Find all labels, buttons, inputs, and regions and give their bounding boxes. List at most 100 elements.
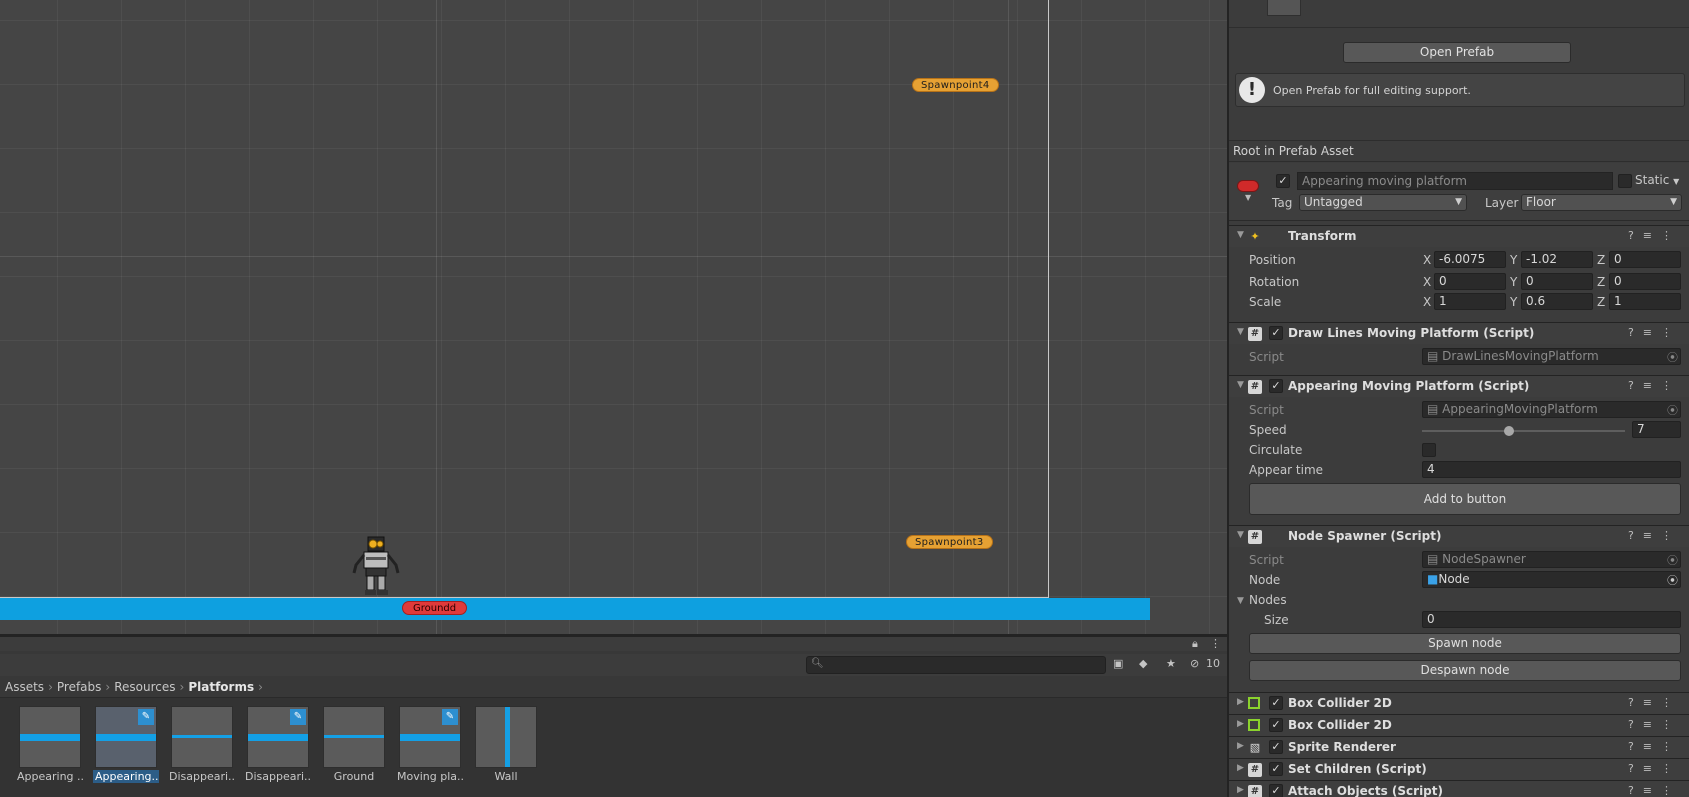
filter-by-type-icon[interactable]: ▣ xyxy=(1113,657,1123,670)
breadcrumb-prefabs[interactable]: Prefabs xyxy=(57,680,102,694)
help-icon[interactable]: ? xyxy=(1628,718,1643,731)
component-header[interactable]: ▶ ✓ Box Collider 2D ?≡⋮ xyxy=(1229,692,1689,714)
component-header[interactable]: ▶ # ✓ Set Children (Script) ?≡⋮ xyxy=(1229,758,1689,780)
preset-icon[interactable]: ≡ xyxy=(1643,379,1661,392)
help-icon[interactable]: ? xyxy=(1628,696,1643,709)
position-y-axis-label[interactable]: Y xyxy=(1510,253,1517,267)
tag-dropdown[interactable]: Untagged ▼ xyxy=(1299,194,1467,211)
position-z-axis-label[interactable]: Z xyxy=(1597,253,1605,267)
ground-label[interactable]: Groundd xyxy=(402,601,468,615)
speed-slider-thumb[interactable] xyxy=(1504,426,1515,436)
speed-slider-track[interactable] xyxy=(1422,430,1625,432)
component-header[interactable]: ▶ # ✓ Attach Objects (Script) ?≡⋮ xyxy=(1229,780,1689,797)
lock-icon[interactable]: 🔒︎ xyxy=(1192,637,1198,651)
circulate-checkbox[interactable] xyxy=(1422,443,1436,457)
asset-item[interactable]: ✎ Appearing... xyxy=(93,706,159,783)
component-menu-icon[interactable]: ⋮ xyxy=(1661,762,1681,775)
appear-time-field[interactable]: 4 xyxy=(1422,461,1681,478)
foldout-expanded-icon[interactable]: ▼ xyxy=(1237,327,1244,337)
foldout-collapsed-icon[interactable]: ▶ xyxy=(1237,719,1244,729)
project-search-input[interactable]: 🔍︎ xyxy=(806,656,1106,674)
help-icon[interactable]: ? xyxy=(1628,762,1643,775)
ground-platform[interactable] xyxy=(0,598,1150,620)
preset-icon[interactable]: ≡ xyxy=(1643,784,1661,797)
component-enabled-checkbox[interactable]: ✓ xyxy=(1269,696,1283,710)
gameobject-icon[interactable] xyxy=(1237,180,1259,192)
foldout-expanded-icon[interactable]: ▼ xyxy=(1237,380,1244,390)
help-icon[interactable]: ? xyxy=(1628,784,1643,797)
foldout-collapsed-icon[interactable]: ▶ xyxy=(1237,785,1244,795)
scale-z-field[interactable]: 1 xyxy=(1609,293,1681,310)
component-menu-icon[interactable]: ⋮ xyxy=(1661,740,1681,753)
component-enabled-checkbox[interactable]: ✓ xyxy=(1269,784,1283,797)
node-object-field[interactable]: ■Node xyxy=(1422,571,1681,588)
component-enabled-checkbox[interactable]: ✓ xyxy=(1269,718,1283,732)
static-label[interactable]: Static ▼ xyxy=(1635,173,1679,187)
asset-item[interactable]: ✎ Moving pla... xyxy=(397,706,463,783)
component-header[interactable]: ▶ ✓ Box Collider 2D ?≡⋮ xyxy=(1229,714,1689,736)
more-menu-icon[interactable]: ⋮ xyxy=(1210,637,1221,650)
asset-item[interactable]: Appearing ... xyxy=(17,706,83,783)
foldout-collapsed-icon[interactable]: ▶ xyxy=(1237,697,1244,707)
preset-icon[interactable]: ≡ xyxy=(1643,529,1661,542)
spawn-node-button[interactable]: Spawn node xyxy=(1249,633,1681,654)
rotation-z-field[interactable]: 0 xyxy=(1609,273,1681,290)
draw-lines-header[interactable]: ▼ # ✓ Draw Lines Moving Platform (Script… xyxy=(1229,322,1689,344)
rotation-y-axis-label[interactable]: Y xyxy=(1510,275,1517,289)
position-x-field[interactable]: -6.0075 xyxy=(1434,251,1506,268)
help-icon[interactable]: ? xyxy=(1628,229,1643,242)
object-picker-icon[interactable]: ⦿ xyxy=(1667,572,1678,588)
static-dropdown-arrow-icon[interactable]: ▼ xyxy=(1673,177,1679,186)
rotation-x-field[interactable]: 0 xyxy=(1434,273,1506,290)
preset-icon[interactable]: ≡ xyxy=(1643,229,1661,242)
spawnpoint3-label[interactable]: Spawnpoint3 xyxy=(906,535,993,549)
hidden-packages-icon[interactable]: ⊘ xyxy=(1190,657,1199,670)
help-icon[interactable]: ? xyxy=(1628,379,1643,392)
foldout-expanded-icon[interactable]: ▼ xyxy=(1237,230,1244,240)
help-icon[interactable]: ? xyxy=(1628,326,1643,339)
component-enabled-checkbox[interactable]: ✓ xyxy=(1269,740,1283,754)
rotation-y-field[interactable]: 0 xyxy=(1521,273,1593,290)
component-menu-icon[interactable]: ⋮ xyxy=(1661,326,1681,339)
component-header[interactable]: ▶ ▧ ✓ Sprite Renderer ?≡⋮ xyxy=(1229,736,1689,758)
scale-y-field[interactable]: 0.6 xyxy=(1521,293,1593,310)
speed-field[interactable]: 7 xyxy=(1632,421,1681,438)
preset-icon[interactable]: ≡ xyxy=(1643,696,1661,709)
position-z-field[interactable]: 0 xyxy=(1609,251,1681,268)
breadcrumb-resources[interactable]: Resources xyxy=(114,680,175,694)
appearing-script-field[interactable]: ▤ AppearingMovingPlatform xyxy=(1422,401,1681,418)
size-field[interactable]: 0 xyxy=(1422,611,1681,628)
appearing-enabled-checkbox[interactable]: ✓ xyxy=(1269,379,1283,393)
asset-item[interactable]: Disappeari... xyxy=(169,706,235,783)
scale-z-axis-label[interactable]: Z xyxy=(1597,295,1605,309)
component-menu-icon[interactable]: ⋮ xyxy=(1661,529,1681,542)
rotation-x-axis-label[interactable]: X xyxy=(1423,275,1431,289)
despawn-node-button[interactable]: Despawn node xyxy=(1249,660,1681,681)
static-checkbox[interactable] xyxy=(1618,174,1632,188)
preset-icon[interactable]: ≡ xyxy=(1643,326,1661,339)
component-menu-icon[interactable]: ⋮ xyxy=(1661,379,1681,392)
add-to-button-button[interactable]: Add to button xyxy=(1249,483,1681,515)
nodes-foldout-icon[interactable]: ▼ xyxy=(1237,596,1244,606)
icon-dropdown-arrow-icon[interactable]: ▼ xyxy=(1245,193,1251,202)
component-menu-icon[interactable]: ⋮ xyxy=(1661,696,1681,709)
node-spawner-script-field[interactable]: ▤ NodeSpawner xyxy=(1422,551,1681,568)
position-x-axis-label[interactable]: X xyxy=(1423,253,1431,267)
asset-item[interactable]: Wall xyxy=(473,706,539,783)
asset-item[interactable]: ✎ Disappeari... xyxy=(245,706,311,783)
asset-item[interactable]: Ground xyxy=(321,706,387,783)
component-menu-icon[interactable]: ⋮ xyxy=(1661,229,1681,242)
help-icon[interactable]: ? xyxy=(1628,740,1643,753)
layer-dropdown[interactable]: Floor ▼ xyxy=(1521,194,1682,211)
foldout-expanded-icon[interactable]: ▼ xyxy=(1237,530,1244,540)
favorites-star-icon[interactable]: ★ xyxy=(1166,657,1176,670)
draw-lines-enabled-checkbox[interactable]: ✓ xyxy=(1269,326,1283,340)
component-enabled-checkbox[interactable]: ✓ xyxy=(1269,762,1283,776)
help-icon[interactable]: ? xyxy=(1628,529,1643,542)
rotation-z-axis-label[interactable]: Z xyxy=(1597,275,1605,289)
scale-x-axis-label[interactable]: X xyxy=(1423,295,1431,309)
transform-header[interactable]: ▼ ✦ Transform ?≡⋮ xyxy=(1229,225,1689,247)
node-spawner-header[interactable]: ▼ # Node Spawner (Script) ?≡⋮ xyxy=(1229,525,1689,547)
breadcrumb-platforms[interactable]: Platforms xyxy=(188,680,254,694)
scale-y-axis-label[interactable]: Y xyxy=(1510,295,1517,309)
